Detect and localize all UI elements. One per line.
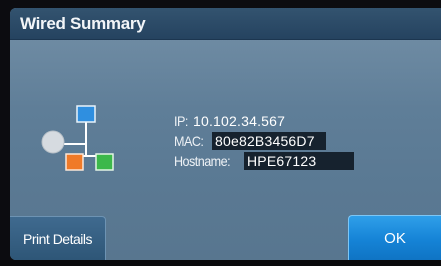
ok-button[interactable]: OK <box>348 215 441 260</box>
icon-node-blue <box>76 105 96 123</box>
hostname-value: HPE67123 <box>244 152 354 170</box>
ip-row: IP: 10.102.34.567 <box>174 112 304 132</box>
device-screen: Wired Summary IP: 10.102.34.567 MAC: 80e82… <box>0 0 441 266</box>
network-topology-icon <box>41 105 114 171</box>
icon-node-circle <box>41 130 65 154</box>
dialog-title: Wired Summary <box>20 14 146 33</box>
mac-label: MAC: <box>174 133 204 149</box>
mac-value: 80e82B3456D7 <box>212 132 326 150</box>
screen-bezel <box>0 260 441 266</box>
icon-node-green <box>95 153 114 171</box>
icon-node-orange <box>65 153 84 171</box>
print-details-button[interactable]: Print Details <box>10 216 106 260</box>
wired-summary-dialog: Wired Summary IP: 10.102.34.567 MAC: 80e82… <box>10 8 441 260</box>
ip-label: IP: <box>174 113 188 129</box>
title-bar: Wired Summary <box>10 8 441 40</box>
hostname-row: Hostname: HPE67123 <box>174 152 354 172</box>
hostname-label: Hostname: <box>174 153 231 169</box>
mac-row: MAC: 80e82B3456D7 <box>174 132 326 152</box>
ip-value: 10.102.34.567 <box>193 113 286 129</box>
